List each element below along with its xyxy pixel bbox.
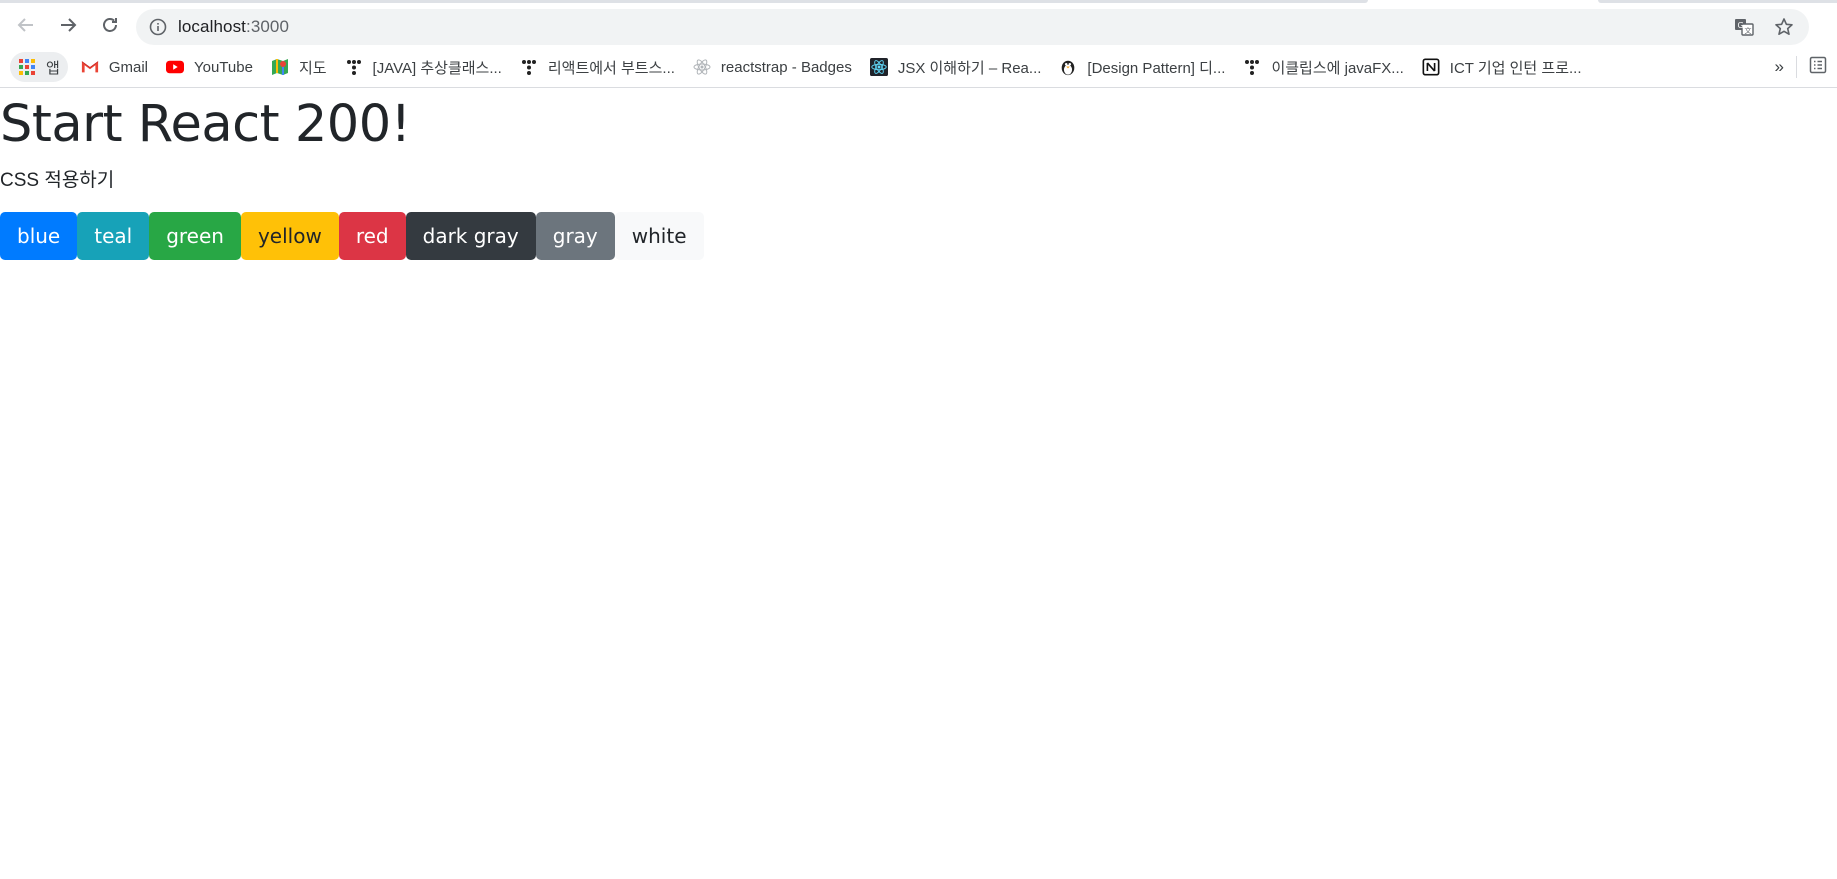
white-button[interactable]: white bbox=[614, 212, 704, 261]
maps-icon bbox=[271, 58, 289, 76]
address-bar[interactable]: localhost:3000 G文 bbox=[136, 9, 1809, 45]
browser-chrome: localhost:3000 G文 앱 Gmail YouTube 지도 [JA… bbox=[0, 0, 1837, 88]
tistory-icon bbox=[520, 58, 538, 76]
reload-icon bbox=[103, 18, 117, 32]
url-host: localhost bbox=[178, 17, 246, 36]
penguin-icon bbox=[1059, 58, 1077, 76]
apps-grid-icon bbox=[18, 58, 36, 76]
blue-button[interactable]: blue bbox=[0, 212, 78, 261]
gray-button[interactable]: gray bbox=[535, 212, 615, 261]
divider bbox=[1796, 56, 1797, 78]
tistory-icon bbox=[345, 58, 363, 76]
react-icon bbox=[693, 58, 711, 76]
reload-button[interactable] bbox=[94, 9, 126, 41]
page-title: Start React 200! bbox=[0, 95, 411, 154]
bookmark-label: [JAVA] 추상클래스... bbox=[372, 59, 502, 77]
forward-button[interactable] bbox=[52, 9, 84, 41]
bookmark-java-abstract[interactable]: [JAVA] 추상클래스... bbox=[336, 52, 511, 82]
bookmark-label: reactstrap - Badges bbox=[720, 58, 852, 76]
dark-gray-button[interactable]: dark gray bbox=[405, 212, 536, 261]
bookmark-reactstrap-badges[interactable]: reactstrap - Badges bbox=[684, 52, 861, 82]
arrow-right-icon bbox=[61, 18, 77, 32]
svg-text:G: G bbox=[1738, 21, 1744, 30]
green-button[interactable]: green bbox=[149, 212, 241, 261]
url-text[interactable]: localhost:3000 bbox=[178, 17, 289, 37]
yellow-button[interactable]: yellow bbox=[240, 212, 339, 261]
teal-button[interactable]: teal bbox=[77, 212, 150, 261]
bookmark-label: JSX 이해하기 – Rea... bbox=[897, 59, 1042, 77]
url-port: :3000 bbox=[246, 17, 290, 36]
youtube-icon bbox=[165, 58, 184, 76]
reading-list-icon[interactable] bbox=[1809, 56, 1827, 78]
bookmark-react-bootstrap[interactable]: 리액트에서 부트스... bbox=[511, 52, 684, 82]
svg-text:文: 文 bbox=[1745, 26, 1752, 35]
arrow-left-icon bbox=[17, 18, 33, 32]
bookmark-label: 앱 bbox=[46, 59, 60, 77]
bookmark-label: Gmail bbox=[108, 58, 148, 76]
bookmark-jsx[interactable]: JSX 이해하기 – Rea... bbox=[861, 52, 1051, 82]
back-button[interactable] bbox=[10, 9, 42, 41]
gmail-icon bbox=[81, 58, 99, 76]
bookmarks-overflow: » bbox=[1775, 47, 1827, 87]
bookmark-label: YouTube bbox=[193, 58, 253, 76]
tistory-icon bbox=[1243, 58, 1261, 76]
bookmark-ict-intern[interactable]: ICT 기업 인턴 프로... bbox=[1413, 52, 1591, 82]
browser-toolbar: localhost:3000 G文 bbox=[0, 3, 1837, 47]
bookmark-label: [Design Pattern] 디... bbox=[1087, 59, 1226, 77]
bookmark-apps[interactable]: 앱 bbox=[10, 52, 68, 82]
bookmark-gmail[interactable]: Gmail bbox=[72, 52, 157, 82]
bookmark-label: 리액트에서 부트스... bbox=[547, 59, 675, 77]
bookmark-design-pattern[interactable]: [Design Pattern] 디... bbox=[1050, 52, 1234, 82]
bookmark-eclipse-javafx[interactable]: 이클립스에 javaFX... bbox=[1234, 52, 1412, 82]
omnibox-actions: G文 bbox=[1715, 9, 1795, 45]
info-icon[interactable] bbox=[148, 17, 168, 37]
translate-icon[interactable]: G文 bbox=[1733, 16, 1755, 38]
bookmark-label: 지도 bbox=[298, 59, 327, 77]
notion-icon bbox=[1422, 58, 1440, 76]
react-dark-icon bbox=[869, 58, 888, 76]
more-bookmarks-button[interactable]: » bbox=[1775, 57, 1784, 77]
button-row: blue teal green yellow red dark gray gra… bbox=[0, 212, 1837, 261]
bookmarks-bar: 앱 Gmail YouTube 지도 [JAVA] 추상클래스... 리액트에서… bbox=[0, 47, 1837, 87]
red-button[interactable]: red bbox=[338, 212, 406, 261]
bookmark-label: ICT 기업 인턴 프로... bbox=[1449, 59, 1582, 77]
page-subtitle: CSS 적용하기 bbox=[0, 170, 115, 192]
bookmark-maps[interactable]: 지도 bbox=[262, 52, 336, 82]
star-icon[interactable] bbox=[1773, 16, 1795, 38]
bookmark-youtube[interactable]: YouTube bbox=[157, 52, 262, 82]
page-content: Start React 200! CSS 적용하기 blue teal gree… bbox=[0, 94, 1837, 261]
bookmark-label: 이클립스에 javaFX... bbox=[1271, 59, 1404, 77]
